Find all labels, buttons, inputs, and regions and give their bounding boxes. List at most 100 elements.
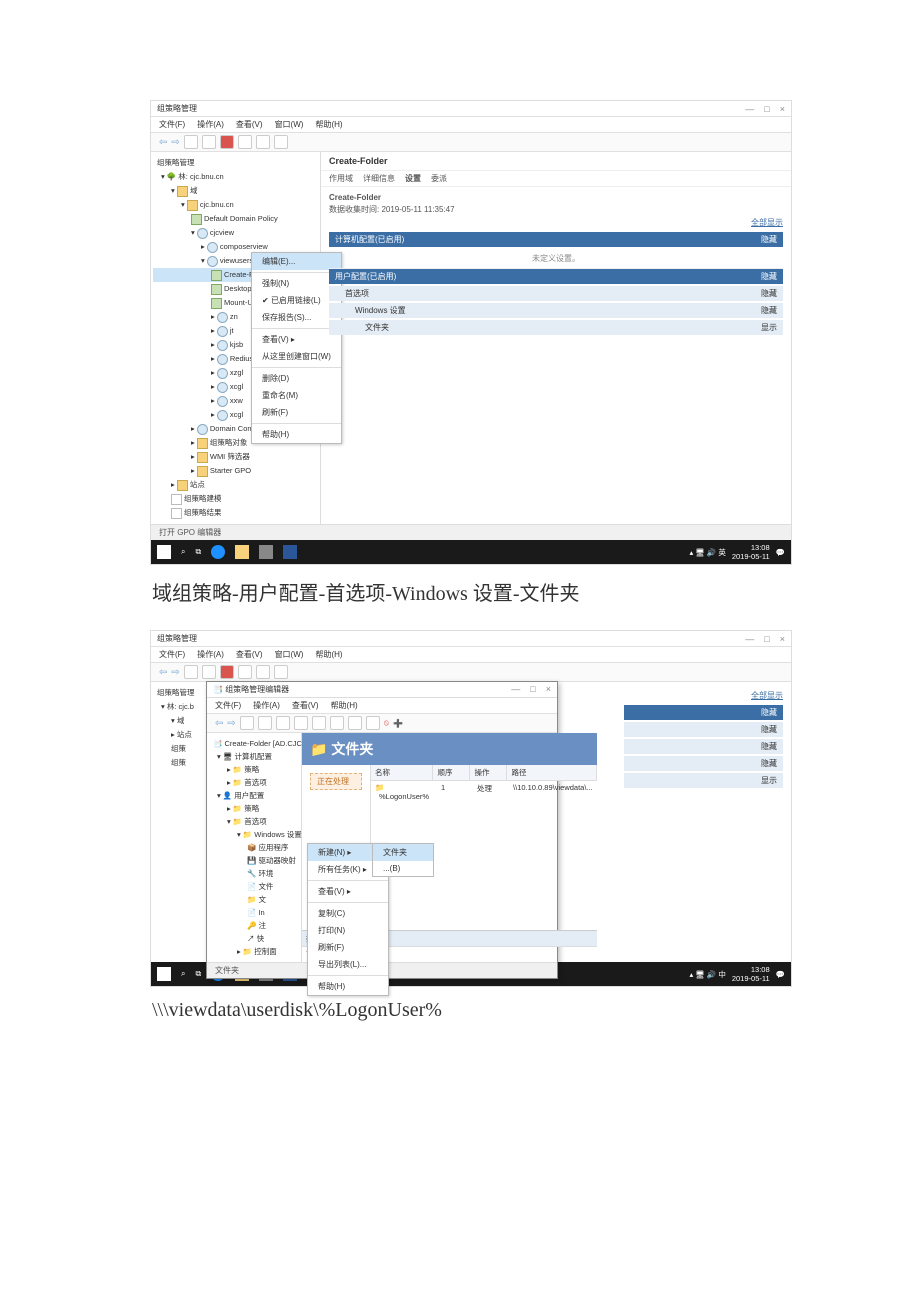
max-icon[interactable]: □ — [530, 684, 535, 695]
taskbar[interactable]: ⌕ ⧉ ▴ 🖥 🔊 英 13:082019-05-11 💬 — [151, 540, 791, 564]
row[interactable]: 隐藏 — [624, 756, 783, 771]
row[interactable]: 隐藏 — [624, 739, 783, 754]
tree-root[interactable]: 📑 Create-Folder [AD.CJC.BNU.C — [209, 737, 299, 750]
tree-root[interactable]: 组策略管理 — [153, 156, 318, 170]
tree-gpm2[interactable]: 组策 — [153, 756, 208, 770]
ctx-copy[interactable]: 复制(C) — [308, 905, 388, 922]
menu-help[interactable]: 帮助(H) — [315, 119, 342, 130]
gpme-tree[interactable]: 📑 Create-Folder [AD.CJC.BNU.C ▾ 🖥 计算机配置 … — [207, 733, 302, 962]
min-icon[interactable]: — — [745, 634, 754, 644]
tb-btn[interactable] — [276, 716, 290, 730]
tree-gpm-model[interactable]: 组策略建模 — [153, 492, 318, 506]
min-icon[interactable]: — — [745, 104, 754, 114]
tree-domains[interactable]: ▾ 域 — [153, 184, 318, 198]
close-icon[interactable]: × — [780, 104, 785, 114]
row-computer-config[interactable]: 计算机配置(已启用)隐藏 — [329, 232, 783, 247]
tree-forest[interactable]: ▾ 🌳 林: cjc.bnu.cn — [153, 170, 318, 184]
tree-prefs2[interactable]: ▾ 📁 首选项 — [209, 815, 299, 828]
go-icon[interactable]: ➕ — [393, 719, 403, 728]
max-icon[interactable]: □ — [764, 634, 769, 644]
menu-help[interactable]: 帮助(H) — [331, 700, 358, 711]
taskview-icon[interactable]: ⧉ — [195, 547, 201, 557]
tb-btn[interactable] — [184, 665, 198, 679]
menu-file[interactable]: 文件(F) — [215, 700, 241, 711]
menubar-2[interactable]: 文件(F) 操作(A) 查看(V) 窗口(W) 帮助(H) — [151, 647, 791, 663]
tb-btn[interactable] — [258, 716, 272, 730]
tree-short[interactable]: ↗ 快 — [209, 932, 299, 945]
fwd-icon[interactable]: ⇨ — [227, 718, 235, 729]
tree-prefs[interactable]: ▸ 📁 首选项 — [209, 776, 299, 789]
tree-ctrl[interactable]: ▸ 📁 控制面 — [209, 945, 299, 958]
tb-btn-1[interactable] — [184, 135, 198, 149]
tb-btn[interactable] — [348, 716, 362, 730]
row[interactable]: 显示 — [624, 773, 783, 788]
tb-btn[interactable] — [240, 716, 254, 730]
tab-details[interactable]: 详细信息 — [363, 173, 395, 184]
back-icon[interactable]: ⇦ — [159, 667, 167, 678]
tree-computer[interactable]: ▾ 🖥 计算机配置 — [209, 750, 299, 763]
search-icon[interactable]: ⌕ — [181, 969, 185, 979]
col-name[interactable]: 名称 — [371, 765, 433, 780]
tb-btn-3[interactable] — [238, 135, 252, 149]
menu-action[interactable]: 操作(A) — [197, 649, 224, 660]
tab-settings[interactable]: 设置 — [405, 173, 421, 184]
clock[interactable]: 13:082019-05-11 — [732, 543, 770, 561]
folder-row[interactable]: 📁 %LogonUser% 1 处理 \\10.10.0.89\viewdata… — [371, 781, 597, 803]
ctx-print[interactable]: 打印(N) — [308, 922, 388, 939]
tb-btn-5[interactable] — [274, 135, 288, 149]
tree-folders[interactable]: 📁 文 — [209, 893, 299, 906]
word-icon[interactable] — [283, 545, 297, 559]
tree-apps[interactable]: 📦 应用程序 — [209, 841, 299, 854]
tree-domain[interactable]: ▾ cjc.bnu.cn — [153, 198, 318, 212]
tb-btn[interactable] — [256, 665, 270, 679]
gpme-toolbar[interactable]: ⇦ ⇨ ⦸ ➕ — [207, 714, 557, 733]
tree-sites[interactable]: ▸ 站点 — [153, 478, 318, 492]
menu-window[interactable]: 窗口(W) — [275, 119, 304, 130]
tb-btn-2[interactable] — [202, 135, 216, 149]
tb-btn[interactable] — [312, 716, 326, 730]
tree-drivemap[interactable]: 💾 驱动器映射 — [209, 854, 299, 867]
ctx-help[interactable]: 帮助(H) — [308, 978, 388, 995]
tray-icons[interactable]: ▴ 🖥 🔊 中 — [689, 969, 725, 980]
tree-files[interactable]: 📄 文件 — [209, 880, 299, 893]
tree-ddp[interactable]: Default Domain Policy — [153, 212, 318, 226]
tree-ou-cjcview[interactable]: ▾ cjcview — [153, 226, 318, 240]
menu-help[interactable]: 帮助(H) — [315, 649, 342, 660]
toolbar[interactable]: ⇦ ⇨ — [151, 133, 791, 152]
tb-btn[interactable] — [238, 665, 252, 679]
tree-winset[interactable]: ▾ 📁 Windows 设置 — [209, 828, 299, 841]
back-icon[interactable]: ⇦ — [215, 718, 223, 729]
start-icon[interactable] — [157, 545, 171, 559]
menu-file[interactable]: 文件(F) — [159, 649, 185, 660]
menu-window[interactable]: 窗口(W) — [275, 649, 304, 660]
row-folders[interactable]: 文件夹显示 — [329, 320, 783, 335]
tray-icons[interactable]: ▴ 🖥 🔊 英 — [689, 547, 725, 558]
mmc-icon[interactable] — [259, 545, 273, 559]
gpo-tabs[interactable]: 作用域 详细信息 设置 委派 — [321, 171, 791, 187]
tb-btn[interactable] — [202, 665, 216, 679]
tb-delete-icon[interactable] — [220, 135, 234, 149]
menu-view[interactable]: 查看(V) — [292, 700, 319, 711]
tree-ini[interactable]: 📄 In — [209, 906, 299, 919]
taskview-icon[interactable]: ⧉ — [195, 969, 201, 979]
menu-view[interactable]: 查看(V) — [236, 649, 263, 660]
tree-starter[interactable]: ▸ Starter GPO — [153, 464, 318, 478]
menu-action[interactable]: 操作(A) — [253, 700, 280, 711]
outer-tree[interactable]: 组策略管理 ▾ 林: cjc.b ▾ 域 ▸ 站点 组策 组策 — [151, 682, 211, 962]
fwd-icon[interactable]: ⇨ — [171, 137, 179, 148]
tree-root[interactable]: 组策略管理 — [153, 686, 208, 700]
tb-btn[interactable] — [366, 716, 380, 730]
close-icon[interactable]: × — [780, 634, 785, 644]
row-user-config[interactable]: 用户配置(已启用)隐藏 — [329, 269, 783, 284]
sub-folder[interactable]: 文件夹 — [373, 844, 433, 861]
col-op[interactable]: 操作 — [470, 765, 507, 780]
search-icon[interactable]: ⌕ — [181, 547, 185, 557]
sub-other[interactable]: ...(B) — [373, 861, 433, 876]
tree-forest[interactable]: ▾ 林: cjc.b — [153, 700, 208, 714]
max-icon[interactable]: □ — [764, 104, 769, 114]
tree-sites[interactable]: ▸ 站点 — [153, 728, 208, 742]
ctx-export[interactable]: 导出列表(L)... — [308, 956, 388, 973]
start-icon[interactable] — [157, 967, 171, 981]
row[interactable]: 隐藏 — [624, 722, 783, 737]
col-path[interactable]: 路径 — [507, 765, 596, 780]
